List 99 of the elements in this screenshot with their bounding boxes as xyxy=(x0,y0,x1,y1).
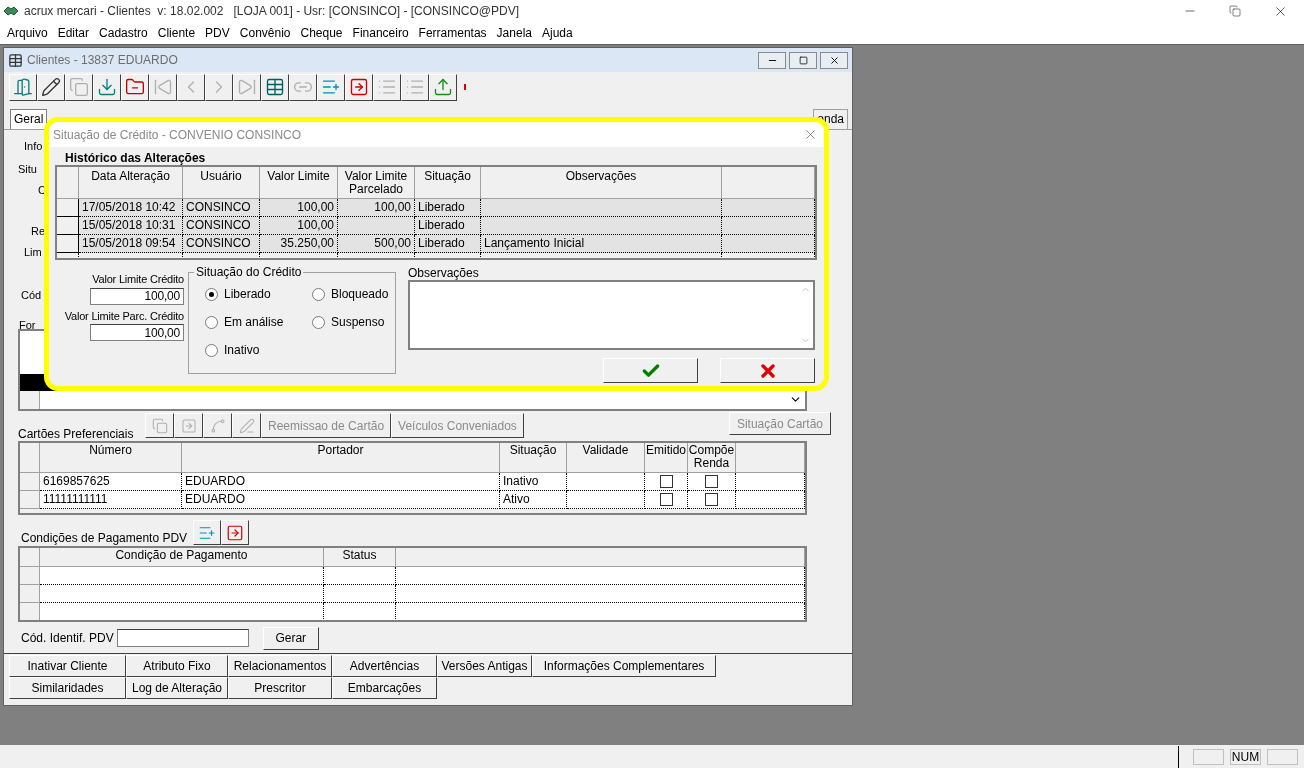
input-field[interactable]: 100,00 xyxy=(90,324,184,341)
button[interactable]: Advertências xyxy=(332,655,437,677)
status-panel xyxy=(1267,748,1298,765)
window-title: Clientes - 13837 EDUARDO xyxy=(27,52,178,69)
toolbar-button[interactable] xyxy=(345,73,373,101)
skip-forward-icon xyxy=(237,77,257,97)
dialog-title: Situação de Crédito - CONVENIO CONSINCO xyxy=(53,126,302,144)
button[interactable]: Inativar Cliente xyxy=(9,655,126,677)
menu-item[interactable]: Cheque xyxy=(295,24,348,42)
toolbar-button[interactable] xyxy=(121,73,149,101)
toolbar-button[interactable] xyxy=(9,73,37,101)
clipped-label: Situ xyxy=(18,162,37,176)
radio-label: Suspenso xyxy=(331,314,385,331)
upload-icon xyxy=(433,77,453,97)
clipped-label: Cód xyxy=(21,288,42,302)
restore-icon[interactable] xyxy=(1229,5,1241,17)
radio-button[interactable] xyxy=(205,315,218,329)
radio-label: Inativo xyxy=(224,342,260,359)
menu-item[interactable]: Arquivo xyxy=(2,24,53,42)
button[interactable]: Log de Alteração xyxy=(126,677,228,699)
copy-icon xyxy=(151,417,168,434)
pencil-icon xyxy=(238,417,255,434)
num-lock-indicator: NUM xyxy=(1230,748,1261,765)
maximize-button[interactable] xyxy=(789,51,817,69)
checkbox[interactable] xyxy=(659,475,673,488)
button[interactable]: Prescritor xyxy=(228,677,332,699)
minimize-button[interactable] xyxy=(758,51,786,69)
tool-button[interactable] xyxy=(193,520,222,545)
menu-item[interactable]: Convênio xyxy=(234,24,296,42)
checkbox[interactable] xyxy=(659,493,673,506)
app-title: acrux mercari - Clientes v: 18.02.002 [LOJA 001] - Usr: [CONSINCO] - [CONSINCO@PDV] xyxy=(24,3,519,20)
door-icon xyxy=(13,77,33,97)
table-cell: Ativo xyxy=(500,491,567,509)
download-icon xyxy=(97,77,117,97)
button[interactable]: Gerar xyxy=(262,626,319,650)
skip-back-icon xyxy=(153,77,173,97)
section-title: Histórico das Alterações xyxy=(64,152,207,165)
copy-icon xyxy=(69,77,89,97)
tool-button[interactable] xyxy=(221,520,250,545)
menu-item[interactable]: Editar xyxy=(52,24,95,42)
folder-minus-icon xyxy=(125,77,145,97)
input-field[interactable] xyxy=(116,629,249,647)
window-icon xyxy=(8,52,23,68)
pencil-icon xyxy=(41,77,61,97)
arrow-right-icon xyxy=(180,417,197,434)
tab[interactable]: Geral xyxy=(10,109,48,129)
menu-item[interactable]: Cliente xyxy=(152,24,201,42)
toolbar-button[interactable] xyxy=(429,73,457,101)
menu-item[interactable]: PDV xyxy=(200,24,235,42)
radio-label: Bloqueado xyxy=(331,286,389,303)
checkbox[interactable] xyxy=(705,475,718,488)
button[interactable]: Embarcações xyxy=(332,677,437,699)
menu-item[interactable]: Ajuda xyxy=(537,24,578,42)
section-title: Condições de Pagamento PDV xyxy=(21,531,188,545)
arrow-right-icon xyxy=(349,77,369,97)
button[interactable]: Versões Antigas xyxy=(437,655,532,677)
field-label: Cód. Identif. PDV xyxy=(21,630,114,647)
clipped-label: Re xyxy=(31,224,46,238)
curve-icon xyxy=(209,417,226,434)
close-icon[interactable] xyxy=(803,127,818,142)
arrow-right-icon xyxy=(226,523,245,542)
field-label: Observações xyxy=(408,267,480,280)
field-label: Valor Limite Parc. Crédito xyxy=(64,308,184,324)
close-button[interactable] xyxy=(820,51,848,69)
menu-item[interactable]: Ferramentas xyxy=(413,24,492,42)
table-icon xyxy=(265,77,285,97)
toolbar-button[interactable] xyxy=(93,73,121,101)
toolbar-button[interactable] xyxy=(261,73,289,101)
input-field[interactable]: 100,00 xyxy=(90,287,184,305)
button[interactable]: Informações Complementares xyxy=(532,655,716,677)
clipped-label: For xyxy=(19,318,36,332)
close-icon xyxy=(828,54,840,66)
radio-button[interactable] xyxy=(205,343,218,357)
field-label: Valor Limite Crédito xyxy=(92,272,184,287)
section-title: Cartões Preferenciais xyxy=(18,427,135,441)
button[interactable]: Atributo Fixo xyxy=(126,655,228,677)
group-title: Situação do Crédito xyxy=(194,265,304,279)
radio-button[interactable] xyxy=(205,287,218,301)
status-panel xyxy=(1193,748,1224,765)
table-cell: EDUARDO xyxy=(182,491,500,509)
toolbar-button[interactable] xyxy=(37,73,65,101)
cancel-button[interactable] xyxy=(720,358,815,383)
handshake-icon xyxy=(3,4,19,18)
toolbar-button[interactable] xyxy=(317,73,345,101)
radio-label: Liberado xyxy=(224,286,271,303)
radio-label: Em análise xyxy=(224,314,284,331)
button[interactable]: Similaridades xyxy=(9,677,126,699)
menu-item[interactable]: Janela xyxy=(491,24,537,42)
menu-item[interactable]: Financeiro xyxy=(347,24,414,42)
maximize-icon xyxy=(798,55,808,65)
clipped-label: Lim xyxy=(24,245,42,259)
table-cell: 11111111111 xyxy=(40,491,182,509)
radio-button[interactable] xyxy=(312,287,325,301)
menu-item[interactable]: Cadastro xyxy=(94,24,153,42)
button[interactable]: Relacionamentos xyxy=(228,655,332,677)
clipped-label: Info xyxy=(24,139,43,153)
confirm-button[interactable] xyxy=(603,358,698,383)
checkbox[interactable] xyxy=(705,493,718,506)
radio-button[interactable] xyxy=(312,315,325,329)
